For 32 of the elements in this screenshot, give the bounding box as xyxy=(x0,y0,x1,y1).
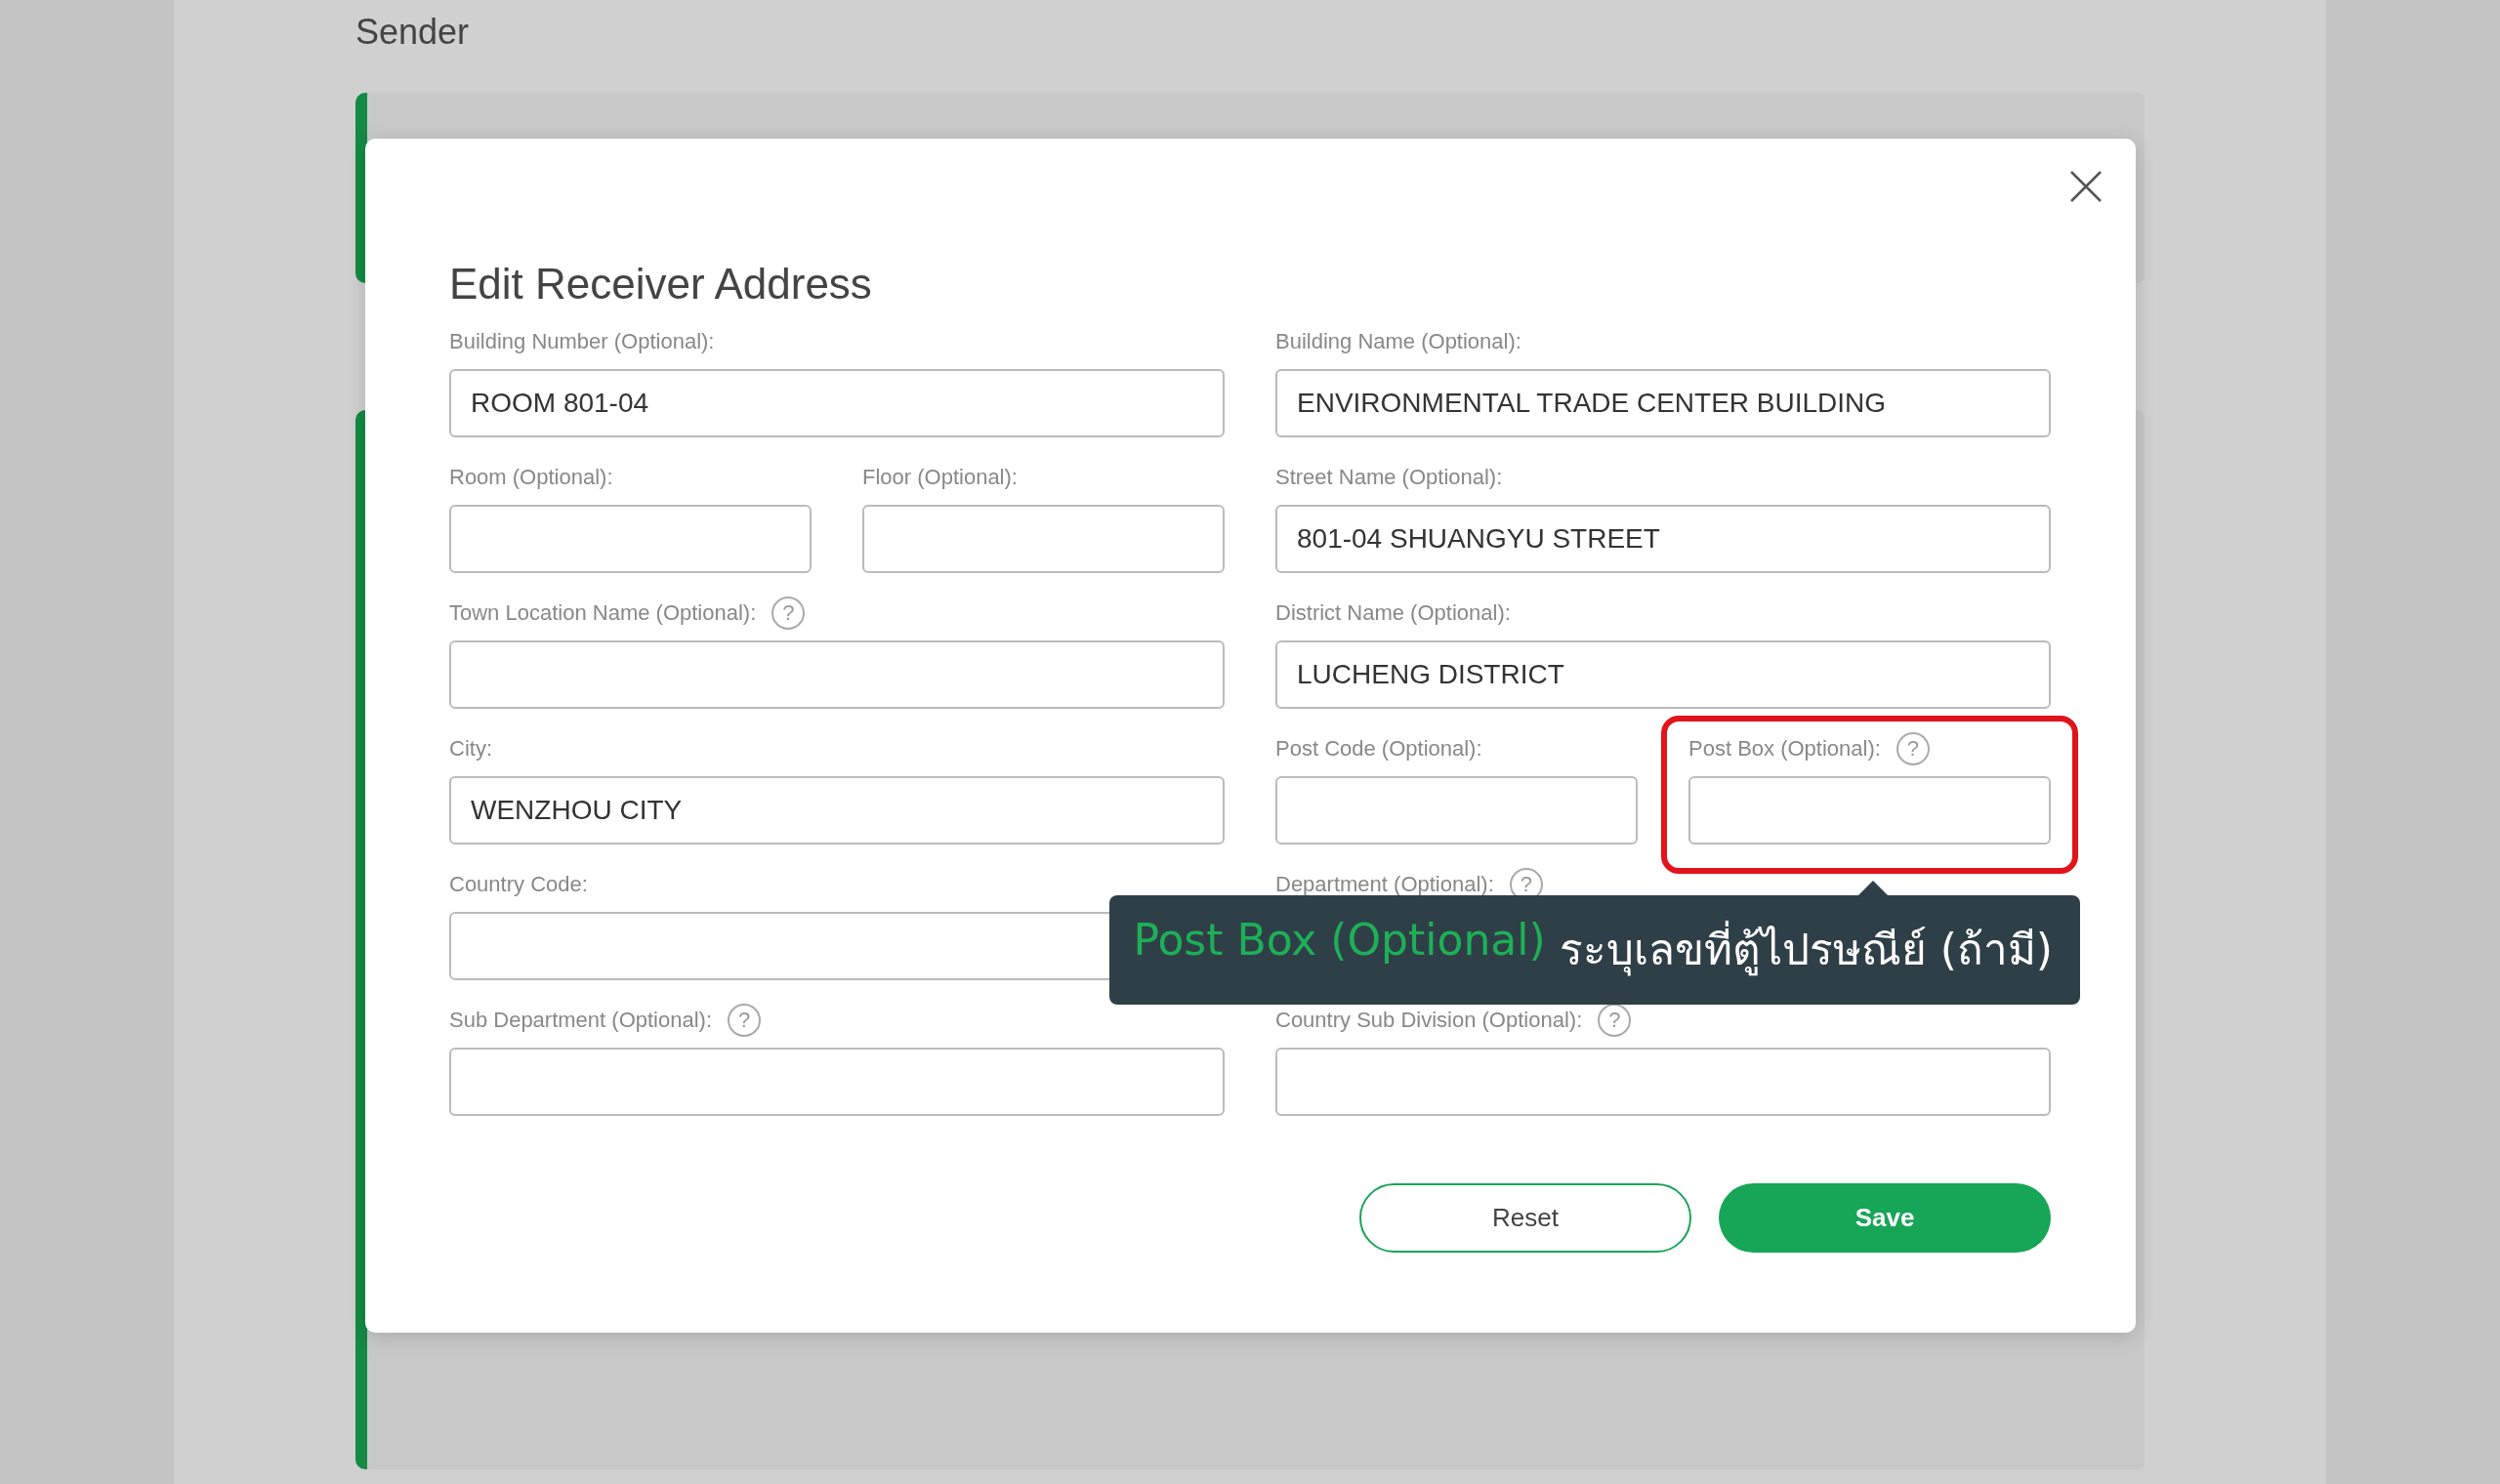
input-field[interactable] xyxy=(1688,776,2051,845)
field-label: Town Location Name (Optional): xyxy=(449,600,757,626)
dialog-title: Edit Receiver Address xyxy=(449,260,873,309)
field-label: Room (Optional): xyxy=(449,465,613,490)
input-field[interactable] xyxy=(449,1048,1225,1116)
tooltip-title: Post Box (Optional) xyxy=(1133,915,1546,967)
input-field[interactable] xyxy=(449,640,1225,709)
reset-button[interactable]: Reset xyxy=(1359,1183,1691,1253)
field-label: Department (Optional): xyxy=(1275,872,1494,897)
field-label: City: xyxy=(449,736,492,762)
field-label: Street Name (Optional): xyxy=(1275,465,1503,490)
field-label: Floor (Optional): xyxy=(862,465,1018,490)
field-label: Building Number (Optional): xyxy=(449,329,715,354)
input-field[interactable] xyxy=(449,505,812,573)
input-field[interactable] xyxy=(862,505,1225,573)
field-label: Country Code: xyxy=(449,872,588,897)
field-label: Sub Department (Optional): xyxy=(449,1008,713,1033)
field-label: Building Name (Optional): xyxy=(1275,329,1521,354)
field-label: Post Code (Optional): xyxy=(1275,736,1482,762)
input-field[interactable] xyxy=(1275,1048,2051,1116)
close-icon[interactable] xyxy=(2069,170,2103,203)
input-field[interactable] xyxy=(1275,776,1638,845)
field-label: District Name (Optional): xyxy=(1275,600,1511,626)
input-field[interactable]: WENZHOU CITY xyxy=(449,776,1225,845)
tooltip-text: ระบุเลขที่ตู้ไปรษณีย์ (ถ้ามี) xyxy=(1559,915,2053,983)
input-field[interactable]: ROOM 801-04 xyxy=(449,369,1225,437)
input-field[interactable]: 801-04 SHUANGYU STREET xyxy=(1275,505,2051,573)
input-field[interactable]: LUCHENG DISTRICT xyxy=(1275,640,2051,709)
input-field[interactable]: ENVIRONMENTAL TRADE CENTER BUILDING xyxy=(1275,369,2051,437)
field-label: Country Sub Division (Optional): xyxy=(1275,1008,1583,1033)
section-heading: Sender xyxy=(355,11,471,54)
field-label: Post Box (Optional): xyxy=(1688,736,1881,762)
